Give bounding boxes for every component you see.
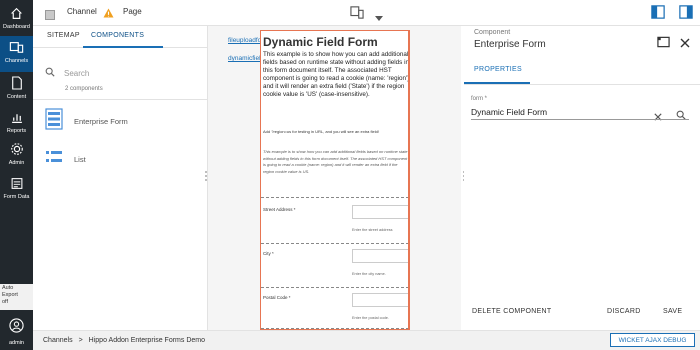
list-item-list[interactable]: List [45,148,86,171]
component-name: List [74,155,86,164]
delete-component-button[interactable]: DELETE COMPONENT [472,308,551,315]
device-viewport-icon[interactable] [350,6,364,24]
field-label: Street Address * [263,207,296,212]
list-item-enterprise-form[interactable]: Enterprise Form [45,108,128,135]
channels-icon [9,39,25,55]
component-properties-panel: Component Enterprise Form PROPERTIES for… [464,26,700,330]
field-underline [471,119,689,120]
sidebar-tabs: SITEMAP COMPONENTS [33,26,207,48]
postal-code-field[interactable] [352,293,409,307]
form-field-label: form * [471,96,488,102]
search-icon[interactable] [676,107,686,125]
divider [464,84,700,85]
content-icon [9,75,25,91]
breadcrumb-channel-name: Hippo Addon Enterprise Forms Demo [88,337,206,344]
field-help: Enter the street address [352,228,393,232]
tab-components[interactable]: COMPONENTS [91,32,144,39]
app-root: Dashboard Channels Content Reports Admin [0,0,700,350]
gear-icon [9,141,25,157]
nav-item-form-data[interactable]: Form Data [0,172,33,208]
close-icon[interactable] [680,35,690,53]
clear-icon[interactable] [654,108,662,126]
main-navigation: Dashboard Channels Content Reports Admin [0,0,33,350]
tab-sitemap[interactable]: SITEMAP [47,32,80,39]
search-icon [45,64,55,82]
page-label[interactable]: Page [123,7,142,16]
auto-export-line: Auto [2,285,14,291]
list-icon [45,148,63,171]
frame-edge [408,30,409,330]
nav-label: Reports [6,128,27,134]
component-search[interactable]: Search [45,64,89,82]
form-intro: This example is to show how you can add … [263,51,410,98]
form-picker-field[interactable]: Dynamic Field Form [471,107,547,117]
wicket-ajax-debug-button[interactable]: WICKET AJAX DEBUG [610,333,695,347]
channel-menu-icon[interactable] [45,7,55,25]
panel-category: Component [474,29,511,36]
home-icon [9,5,25,21]
maximize-icon[interactable] [657,35,670,53]
city-field[interactable] [352,249,409,263]
street-address-field[interactable] [352,205,409,219]
field-help: Enter the postal code. [352,316,389,320]
enterprise-form-container[interactable]: Dynamic Field Form This example is to sh… [260,30,410,330]
nav-label: Channels [4,58,29,64]
form-title: Dynamic Field Form [263,35,378,49]
user-icon [9,318,24,338]
panel-title: Enterprise Form [474,39,546,50]
warning-icon [103,5,114,23]
reports-icon [9,109,25,125]
component-count: 2 components [65,86,103,92]
channel-label[interactable]: Channel [67,7,97,16]
nav-label: Admin [8,160,25,166]
layout-left-panel-icon[interactable] [651,5,665,24]
nav-label: Content [6,94,27,100]
component-name: Enterprise Form [74,117,128,126]
active-tab-indicator [83,46,163,48]
nav-item-admin[interactable]: Admin [0,138,33,174]
search-input[interactable]: Search [64,69,89,78]
nav-label: Dashboard [3,24,30,30]
nav-item-content[interactable]: Content [0,72,33,108]
divider [33,99,208,100]
components-sidebar: SITEMAP COMPONENTS Search 2 components E… [33,26,208,330]
nav-item-reports[interactable]: Reports [0,106,33,142]
nav-label: Form Data [3,194,30,200]
field-label: Postal Code * [263,295,291,300]
nav-item-channels[interactable]: Channels [0,36,33,72]
form-data-icon [9,175,25,191]
field-help: Enter the city name. [352,272,386,276]
channel-toolbar: Channel Page [33,0,700,26]
nav-item-dashboard[interactable]: Dashboard [0,2,33,38]
chevron-down-icon[interactable] [375,9,383,27]
discard-button[interactable]: DISCARD [607,308,641,315]
form-icon [45,108,63,135]
breadcrumb: Channels > Hippo Addon Enterprise Forms … [43,337,205,344]
auto-export-line: off [2,299,9,305]
page-preview-canvas: afterprocessform fileuploadform dynamicf… [208,26,461,330]
field-divider [261,287,409,288]
save-button[interactable]: SAVE [663,308,682,315]
field-label: City * [263,251,274,256]
form-description: This example is to show how you can add … [263,149,408,174]
breadcrumb-separator: > [78,337,83,344]
field-divider [261,197,409,198]
breadcrumb-channels[interactable]: Channels [43,337,73,344]
auto-export-line: Export [2,292,18,298]
form-note: Add ?region=us for testing in URL, and y… [263,129,379,134]
field-divider [261,328,409,329]
field-divider [261,243,409,244]
tab-properties[interactable]: PROPERTIES [474,66,522,73]
status-bar: Channels > Hippo Addon Enterprise Forms … [33,330,700,350]
user-label: admin [9,340,24,346]
user-menu[interactable]: admin [0,314,33,350]
auto-export-status[interactable]: Auto Export off [0,284,33,310]
layout-right-panel-icon[interactable] [679,5,693,24]
